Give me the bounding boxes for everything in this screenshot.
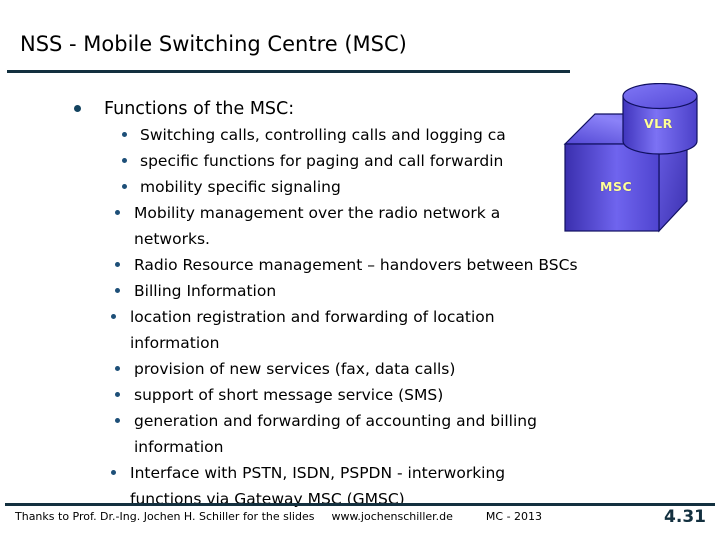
footer-course: MC - 2013 — [485, 510, 543, 523]
msc-box-front-face — [564, 143, 660, 232]
bullet-dot-icon — [122, 158, 127, 163]
list-item-label: location registration and forwarding of … — [130, 308, 495, 326]
list-item-label: Functions of the MSC: — [104, 99, 295, 119]
footer-website[interactable]: www.jochenschiller.de — [331, 510, 452, 523]
page-title: NSS - Mobile Switching Centre (MSC) — [20, 32, 407, 56]
list-item-label: information — [134, 438, 224, 456]
footer-credit: Thanks to Prof. Dr.-Ing. Jochen H. Schil… — [15, 510, 315, 523]
list-item: generation and forwarding of accounting … — [0, 408, 720, 434]
list-item-label: Radio Resource management – handovers be… — [134, 256, 578, 274]
bullet-dot-icon — [74, 105, 81, 112]
bullet-dot-icon — [115, 288, 120, 293]
bullet-dot-icon — [122, 132, 127, 137]
bullet-dot-icon — [115, 392, 120, 397]
list-item-label: mobility specific signaling — [140, 178, 341, 196]
bullet-dot-icon — [111, 314, 116, 319]
bullet-dot-icon — [115, 262, 120, 267]
msc-vlr-diagram-svg — [563, 83, 698, 233]
list-item-label: support of short message service (SMS) — [134, 386, 444, 404]
bullet-dot-icon — [111, 470, 116, 475]
bullet-dot-icon — [115, 366, 120, 371]
list-item: support of short message service (SMS) — [0, 382, 720, 408]
slide-canvas: NSS - Mobile Switching Centre (MSC) Func… — [0, 0, 720, 540]
footer-credit-line: Thanks to Prof. Dr.-Ing. Jochen H. Schil… — [15, 510, 542, 523]
list-item: Interface with PSTN, ISDN, PSPDN - inter… — [0, 460, 720, 486]
list-item-label: provision of new services (fax, data cal… — [134, 360, 456, 378]
list-item-label: Billing Information — [134, 282, 277, 300]
bullet-dot-icon — [115, 418, 120, 423]
bullet-dot-icon — [115, 210, 120, 215]
list-item-label: information — [130, 334, 220, 352]
list-item-continuation: information — [0, 330, 720, 356]
list-item: Billing Information — [0, 278, 720, 304]
title-divider — [7, 70, 570, 73]
vlr-cylinder-top — [622, 83, 698, 110]
list-item-label: specific functions for paging and call f… — [140, 152, 504, 170]
footer-divider — [5, 503, 715, 506]
page-number: 4.31 — [664, 507, 706, 527]
list-item-label: generation and forwarding of accounting … — [134, 412, 537, 430]
list-item-continuation: information — [0, 434, 720, 460]
list-item-continuation: functions via Gateway MSC (GMSC) — [0, 486, 720, 512]
list-item: Radio Resource management – handovers be… — [0, 252, 720, 278]
list-item-label: Switching calls, controlling calls and l… — [140, 126, 506, 144]
list-item: provision of new services (fax, data cal… — [0, 356, 720, 382]
list-item-label: networks. — [134, 230, 210, 248]
list-item-label: Interface with PSTN, ISDN, PSPDN - inter… — [130, 464, 506, 482]
list-item: location registration and forwarding of … — [0, 304, 720, 330]
bullet-dot-icon — [122, 184, 127, 189]
list-item-label: Mobility management over the radio netwo… — [134, 204, 501, 222]
msc-vlr-diagram: VLR MSC — [563, 83, 720, 238]
